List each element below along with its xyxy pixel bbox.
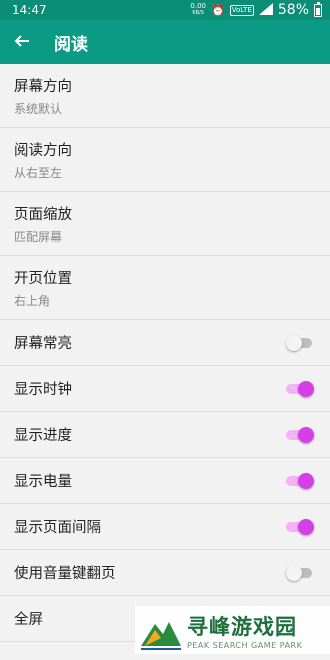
setting-keep-screen-on[interactable]: 屏幕常亮 xyxy=(0,320,330,366)
setting-value: 匹配屏幕 xyxy=(14,229,63,244)
battery-icon xyxy=(314,1,322,17)
setting-reading-direction[interactable]: 阅读方向 从右至左 xyxy=(0,128,330,192)
battery-percent: 58% xyxy=(277,2,309,18)
setting-label: 开页位置 xyxy=(14,270,72,287)
setting-show-progress[interactable]: 显示进度 xyxy=(0,412,330,458)
setting-value: 右上角 xyxy=(14,293,51,308)
setting-label: 屏幕方向 xyxy=(14,78,72,95)
volte-icon: VoLTE xyxy=(229,4,254,16)
setting-label: 显示时钟 xyxy=(14,382,72,398)
signal-icon xyxy=(258,2,273,18)
setting-start-position[interactable]: 开页位置 右上角 xyxy=(0,256,330,320)
setting-label: 显示进度 xyxy=(14,428,72,444)
mountain-logo-icon xyxy=(141,622,181,650)
toggle-switch[interactable] xyxy=(286,518,314,535)
setting-show-clock[interactable]: 显示时钟 xyxy=(0,366,330,412)
setting-page-scaling[interactable]: 页面缩放 匹配屏幕 xyxy=(0,192,330,256)
watermark-title: 寻峰游戏园 xyxy=(187,614,297,639)
status-time: 14:47 xyxy=(12,3,47,17)
network-speed: 0.00 KB/S xyxy=(190,3,206,17)
network-speed-value: 0.00 xyxy=(190,2,206,10)
arrow-back-icon xyxy=(14,35,29,47)
setting-label: 全屏 xyxy=(14,612,43,628)
toggle-switch[interactable] xyxy=(286,426,314,443)
toggle-switch[interactable] xyxy=(286,564,312,581)
setting-volume-key-paging[interactable]: 使用音量键翻页 xyxy=(0,550,330,596)
setting-show-battery[interactable]: 显示电量 xyxy=(0,458,330,504)
setting-value: 从右至左 xyxy=(14,165,63,180)
status-bar: 14:47 0.00 KB/S ⏰ VoLTE 58% xyxy=(0,0,330,20)
setting-label: 屏幕常亮 xyxy=(14,336,72,352)
toggle-switch[interactable] xyxy=(286,380,314,397)
watermark-subtitle: PEAK SEARCH GAME PARK xyxy=(187,640,303,650)
app-bar: 阅读 xyxy=(0,20,330,64)
setting-screen-orientation[interactable]: 屏幕方向 系统默认 xyxy=(0,64,330,128)
setting-label: 显示页面间隔 xyxy=(14,520,101,536)
page-title: 阅读 xyxy=(54,34,88,55)
setting-label: 显示电量 xyxy=(14,474,72,490)
watermark: 寻峰游戏园 PEAK SEARCH GAME PARK xyxy=(135,606,330,654)
alarm-icon: ⏰ xyxy=(211,3,225,17)
network-speed-unit: KB/S xyxy=(192,10,204,16)
setting-label: 阅读方向 xyxy=(14,142,72,159)
setting-show-page-gap[interactable]: 显示页面间隔 xyxy=(0,504,330,550)
toggle-switch[interactable] xyxy=(286,334,312,351)
setting-label: 页面缩放 xyxy=(14,206,72,223)
setting-value: 系统默认 xyxy=(14,101,63,116)
setting-label: 使用音量键翻页 xyxy=(14,566,116,582)
back-button[interactable] xyxy=(0,30,44,54)
settings-list: 屏幕方向 系统默认 阅读方向 从右至左 页面缩放 匹配屏幕 开页位置 右上角 屏… xyxy=(0,64,330,642)
status-icons: 0.00 KB/S ⏰ VoLTE 58% xyxy=(190,1,322,18)
toggle-switch[interactable] xyxy=(286,472,314,489)
